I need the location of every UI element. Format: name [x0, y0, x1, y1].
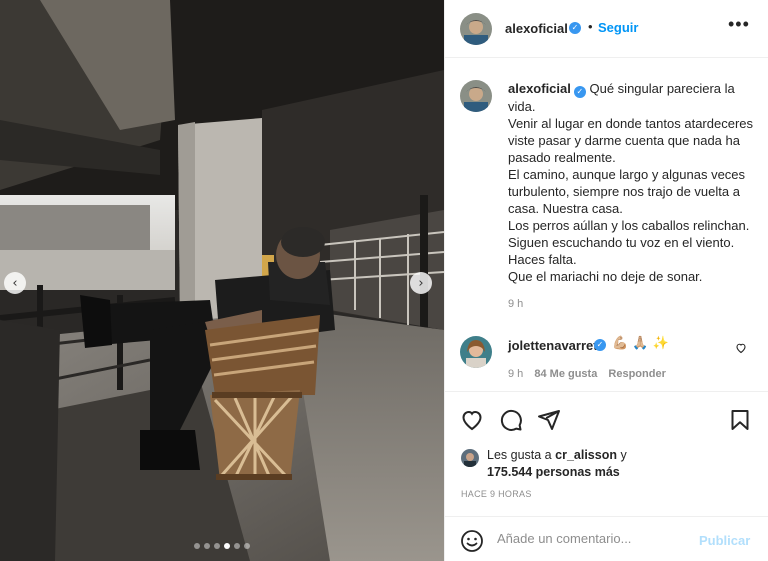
likes-summary: Les gusta a cr_alisson y 175.544 persona… [445, 445, 768, 485]
action-bar [445, 391, 768, 447]
post-side-panel: alexoficial ✓ • Seguir ••• alexoficial ✓ … [444, 0, 768, 561]
carousel-dot[interactable] [234, 543, 240, 549]
comment-text: 💪🏼 🙏🏼 ✨ [612, 336, 669, 351]
follow-button[interactable]: Seguir [598, 20, 638, 35]
share-icon[interactable] [537, 408, 561, 432]
caption-author-avatar[interactable] [460, 80, 492, 112]
post-photo[interactable]: ‹ › [0, 0, 444, 561]
publish-button[interactable]: Publicar [699, 533, 750, 548]
likes-count[interactable]: 175.544 personas más [487, 465, 620, 479]
avatar-image [460, 80, 492, 112]
caption-line: El camino, aunque largo y algunas veces … [508, 167, 746, 216]
avatar-image [460, 13, 492, 45]
carousel-dot[interactable] [194, 543, 200, 549]
post-header: alexoficial ✓ • Seguir ••• [445, 0, 768, 58]
avatar-image [460, 336, 492, 368]
carousel-dot[interactable] [204, 543, 210, 549]
caption-timestamp[interactable]: 9 h [508, 298, 523, 310]
caption-username[interactable]: alexoficial [508, 81, 571, 96]
likes-connector: y [620, 448, 627, 462]
verified-badge-icon: ✓ [594, 339, 606, 351]
verified-badge-icon: ✓ [573, 86, 586, 98]
verified-badge-icon: ✓ [569, 22, 581, 34]
comment-timestamp[interactable]: 9 h [508, 368, 523, 380]
photo-scene [0, 0, 444, 561]
caption-line: Los perros aúllan y los caballos relinch… [508, 218, 750, 267]
author-username[interactable]: alexoficial [505, 21, 568, 36]
carousel-prev-button[interactable]: ‹ [4, 272, 26, 294]
separator-dot: • [588, 19, 593, 34]
author-avatar[interactable] [460, 13, 492, 45]
post-timestamp[interactable]: HACE 9 HORAS [461, 489, 532, 499]
caption-line: Venir al lugar en donde tantos atardecer… [508, 116, 754, 165]
carousel-dot[interactable] [214, 543, 220, 549]
carousel-dots [0, 543, 444, 549]
likes-prefix: Les gusta a [487, 448, 552, 462]
comment-meta: 9 h 84 Me gusta Responder [508, 368, 666, 380]
carousel-dot[interactable] [244, 543, 250, 549]
comment-input[interactable] [497, 531, 687, 546]
comment-heart-icon[interactable] [735, 342, 747, 354]
heart-icon[interactable] [460, 408, 484, 432]
likes-text: Les gusta a cr_alisson y 175.544 persona… [487, 447, 627, 481]
carousel-next-button[interactable]: › [410, 272, 432, 294]
instagram-post: ‹ › alexoficial ✓ • Seguir ••• alexofici… [0, 0, 768, 561]
bookmark-icon[interactable] [728, 408, 752, 432]
liker-avatar[interactable] [461, 449, 479, 467]
comment-icon[interactable] [499, 408, 523, 432]
commenter-username[interactable]: jolettenavarrete [508, 338, 605, 353]
reply-button[interactable]: Responder [608, 368, 665, 380]
smile-icon[interactable] [460, 529, 484, 553]
caption-text: alexoficial ✓ Qué singular pareciera la v… [508, 80, 756, 285]
more-options-icon[interactable]: ••• [728, 14, 750, 35]
avatar-image [461, 449, 479, 467]
commenter-avatar[interactable] [460, 336, 492, 368]
comment-composer: Publicar [445, 516, 768, 561]
caption-line: Que el mariachi no deje de sonar. [508, 269, 703, 284]
liker-username[interactable]: cr_alisson [555, 448, 617, 462]
comment-likes[interactable]: 84 Me gusta [534, 368, 597, 380]
comment-item: jolettenavarrete ✓ 💪🏼 🙏🏼 ✨ 9 h 84 Me gus… [445, 334, 768, 390]
carousel-dot[interactable] [224, 543, 230, 549]
